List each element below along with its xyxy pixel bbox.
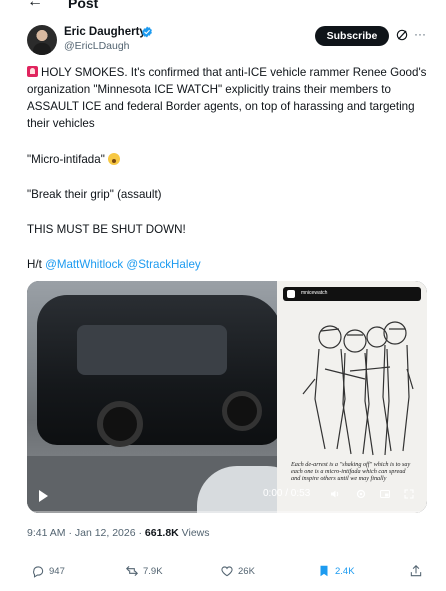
group-sketch-drawing (302, 321, 414, 456)
reply-count: 947 (49, 565, 65, 577)
play-icon[interactable] (39, 490, 48, 502)
post-text-2: "Micro-intifada" (27, 153, 105, 166)
post-text-paragraph-3: "Break their grip" (assault) (27, 188, 162, 201)
reply-icon (33, 566, 44, 578)
repost-button[interactable]: 7.9K (125, 562, 163, 580)
action-bar: 947 7.9K 26K 2.4K (27, 562, 427, 580)
illustration-header: mnicewatch (283, 287, 421, 301)
mention-link-1[interactable]: @MattWhitlock (45, 258, 123, 271)
avatar[interactable] (27, 25, 57, 55)
shocked-face-emoji-icon (107, 153, 120, 165)
bookmark-button[interactable]: 2.4K (317, 562, 355, 580)
repost-count: 7.9K (143, 565, 163, 577)
post-timestamp: 9:41 AM · Jan 12, 2026 · 661.8K Views (27, 527, 210, 540)
reply-button[interactable]: 947 (31, 562, 65, 580)
verified-badge-icon (142, 26, 152, 38)
author-name[interactable]: Eric Daugherty (64, 25, 146, 39)
fullscreen-icon[interactable] (403, 488, 415, 500)
views-label: Views (178, 527, 210, 539)
video-controls: 0:00 / 0:53 (27, 477, 427, 513)
like-count: 26K (238, 565, 255, 577)
video-time-readout: 0:00 / 0:53 (263, 488, 311, 499)
repost-icon (126, 565, 138, 577)
author-handle[interactable]: @EricLDaugh (64, 40, 130, 53)
video-scrubber[interactable] (27, 511, 427, 513)
post-time: 9:41 AM · Jan 12, 2026 · (27, 527, 145, 539)
bookmark-count: 2.4K (335, 565, 355, 577)
settings-gear-icon[interactable] (355, 488, 367, 500)
more-options-icon[interactable]: ··· (414, 28, 426, 40)
bookmark-icon (320, 565, 328, 577)
illustration-account: mnicewatch (301, 290, 328, 296)
post-text-1: HOLY SMOKES. It's confirmed that anti-IC… (27, 66, 427, 130)
back-arrow-icon[interactable]: ← (27, 0, 43, 10)
hat-tip-prefix: H/t (27, 258, 42, 271)
views-count: 661.8K (144, 527, 179, 539)
heart-icon (221, 566, 233, 577)
share-icon (410, 565, 422, 577)
mention-link-2[interactable]: @StrackHaley (126, 258, 200, 271)
subscribe-button[interactable]: Subscribe (315, 26, 389, 46)
siren-emoji-icon (27, 66, 38, 77)
post-text-paragraph-1: HOLY SMOKES. It's confirmed that anti-IC… (27, 64, 432, 132)
share-button[interactable] (409, 562, 423, 580)
page-title: Post (68, 0, 99, 11)
video-player[interactable]: mnicewatch Each de-arrest is a "shaking … (27, 281, 427, 513)
top-bar: ← Post (0, 0, 446, 14)
post-text-hat-tip: H/t @MattWhitlock @StrackHaley (27, 256, 432, 273)
like-button[interactable]: 26K (220, 562, 255, 580)
post-text-paragraph-2: "Micro-intifada" (27, 151, 432, 168)
picture-in-picture-icon[interactable] (379, 488, 391, 500)
post-text-paragraph-4: THIS MUST BE SHUT DOWN! (27, 223, 186, 236)
grok-icon[interactable] (395, 28, 409, 42)
volume-icon[interactable] (329, 488, 341, 500)
account-logo-icon (287, 290, 295, 298)
